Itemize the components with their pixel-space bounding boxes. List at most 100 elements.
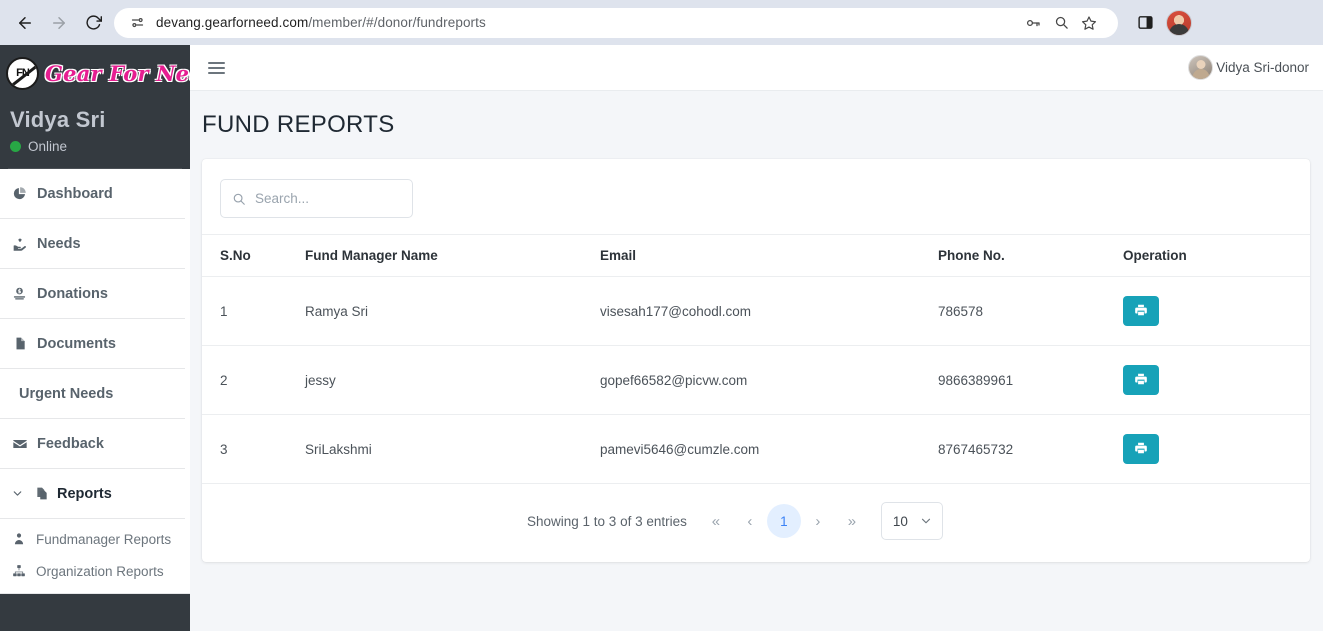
brand-badge-icon: FN (6, 56, 39, 90)
sidebar-item-reports[interactable]: Reports (0, 469, 185, 519)
table-row: 1 Ramya Sri visesah177@cohodl.com 786578 (202, 276, 1310, 346)
sidebar-item-organization-reports[interactable]: Organization Reports (0, 555, 185, 587)
cell-operation (1123, 414, 1310, 484)
print-button[interactable] (1123, 365, 1159, 395)
page-title: FUND REPORTS (202, 111, 395, 138)
main-area: Vidya Sri-donor FUND REPORTS S.No F (190, 45, 1323, 631)
table-head: S.No Fund Manager Name Email Phone No. O… (202, 234, 1310, 277)
print-button[interactable] (1123, 296, 1159, 326)
column-header-email: Email (600, 234, 938, 277)
browser-profile-avatar[interactable] (1166, 9, 1192, 36)
cell-sno: 2 (202, 345, 305, 415)
table-row: 2 jessy gopef66582@picvw.com 9866389961 (202, 345, 1310, 415)
sidebar-reports-submenu: Fundmanager Reports Organization Reports (0, 519, 190, 594)
sidebar-item-label: Donations (37, 285, 108, 302)
user-tie-icon (11, 532, 27, 546)
table-body: 1 Ramya Sri visesah177@cohodl.com 786578 (202, 276, 1310, 484)
cell-operation (1123, 345, 1310, 415)
cell-sno: 1 (202, 276, 305, 346)
cell-phone: 8767465732 (938, 414, 1123, 484)
sidebar-item-label: Needs (37, 235, 81, 252)
print-icon (1134, 303, 1148, 320)
print-icon (1134, 441, 1148, 458)
page-size-value: 10 (892, 513, 908, 529)
brand-badge-text: FN (16, 67, 30, 79)
card-header (202, 159, 1310, 234)
sidebar-item-label: Documents (37, 335, 116, 352)
page-size-select[interactable]: 10 (880, 502, 943, 540)
print-icon (1134, 372, 1148, 389)
search-icon (232, 192, 246, 206)
cell-phone: 786578 (938, 276, 1123, 346)
hamburger-menu-icon[interactable] (206, 58, 227, 78)
pagination-first-button[interactable]: « (699, 504, 733, 538)
topbar: Vidya Sri-donor (190, 45, 1323, 91)
sidebar-item-label: Reports (57, 485, 112, 502)
star-bookmark-icon[interactable] (1076, 10, 1102, 36)
cell-email: gopef66582@picvw.com (600, 345, 938, 415)
sidebar-subitem-label: Fundmanager Reports (36, 531, 172, 547)
search-input[interactable] (255, 191, 401, 206)
sidebar-item-label: Dashboard (37, 185, 113, 202)
sidebar-user-name: Vidya Sri (10, 107, 106, 132)
search-magnifier-icon[interactable] (1048, 10, 1074, 36)
cell-operation (1123, 276, 1310, 346)
brand-logo[interactable]: FN Gear For Need (0, 45, 190, 101)
omnibox-actions (1020, 10, 1106, 36)
sidebar-subitem-label: Organization Reports (36, 563, 164, 579)
url-path: /member/#/donor/fundreports (308, 15, 486, 30)
sidebar-item-documents[interactable]: Documents (0, 319, 185, 369)
pagination-prev-button[interactable]: ‹ (733, 504, 767, 538)
column-header-phone: Phone No. (938, 234, 1123, 277)
password-key-icon[interactable] (1020, 10, 1046, 36)
pagination-next-button[interactable]: › (801, 504, 835, 538)
hand-heart-icon (11, 236, 28, 252)
online-status-dot-icon (10, 141, 21, 152)
cell-email: visesah177@cohodl.com (600, 276, 938, 346)
reload-icon[interactable] (78, 8, 108, 38)
column-header-name: Fund Manager Name (305, 234, 600, 277)
chevron-down-icon (919, 514, 933, 528)
address-bar[interactable]: devang.gearforneed.com/member/#/donor/fu… (114, 7, 1118, 38)
table-row: 3 SriLakshmi pamevi5646@cumzle.com 87674… (202, 414, 1310, 484)
envelope-icon (11, 436, 28, 452)
site-settings-icon[interactable] (126, 12, 148, 34)
sidebar-item-feedback[interactable]: Feedback (0, 419, 185, 469)
column-header-sno: S.No (202, 234, 305, 277)
sidebar-item-urgent-needs[interactable]: Urgent Needs (0, 369, 185, 419)
cell-name: SriLakshmi (305, 414, 600, 484)
cell-email: pamevi5646@cumzle.com (600, 414, 938, 484)
sidebar-item-dashboard[interactable]: Dashboard (0, 169, 185, 219)
donate-icon (11, 286, 28, 301)
sidebar-user-status: Online (10, 139, 180, 154)
table-header-row: S.No Fund Manager Name Email Phone No. O… (202, 234, 1310, 277)
search-box[interactable] (220, 179, 413, 218)
cell-name: jessy (305, 345, 600, 415)
page-title-bar: FUND REPORTS (190, 91, 1323, 151)
showing-entries-text: Showing 1 to 3 of 3 entries (527, 513, 687, 529)
url-text: devang.gearforneed.com/member/#/donor/fu… (156, 15, 486, 30)
online-status-label: Online (28, 139, 68, 154)
file-icon (11, 336, 28, 351)
fund-reports-card: S.No Fund Manager Name Email Phone No. O… (202, 159, 1310, 562)
cell-sno: 3 (202, 414, 305, 484)
sidebar-item-needs[interactable]: Needs (0, 219, 185, 269)
topbar-user-menu[interactable]: Vidya Sri-donor (1188, 55, 1309, 80)
chevron-down-icon (9, 487, 26, 500)
pagination-last-button[interactable]: » (835, 504, 869, 538)
sitemap-icon (11, 564, 27, 578)
side-panel-icon[interactable] (1132, 10, 1158, 36)
app-root: FN Gear For Need Vidya Sri Online Dashbo… (0, 45, 1323, 631)
topbar-user-label: Vidya Sri-donor (1216, 60, 1309, 75)
sidebar-item-donations[interactable]: Donations (0, 269, 185, 319)
sidebar-item-fundmanager-reports[interactable]: Fundmanager Reports (0, 523, 185, 555)
pagination-page-1-button[interactable]: 1 (766, 504, 801, 538)
print-button[interactable] (1123, 434, 1159, 464)
cell-phone: 9866389961 (938, 345, 1123, 415)
avatar (1188, 55, 1214, 80)
url-host: devang.gearforneed.com (156, 15, 309, 30)
sidebar-user-block: Vidya Sri Online (0, 101, 190, 168)
pagination: Showing 1 to 3 of 3 entries « ‹ 1 › » 10 (202, 484, 1310, 562)
forward-arrow-icon[interactable] (44, 8, 74, 38)
back-arrow-icon[interactable] (10, 8, 40, 38)
